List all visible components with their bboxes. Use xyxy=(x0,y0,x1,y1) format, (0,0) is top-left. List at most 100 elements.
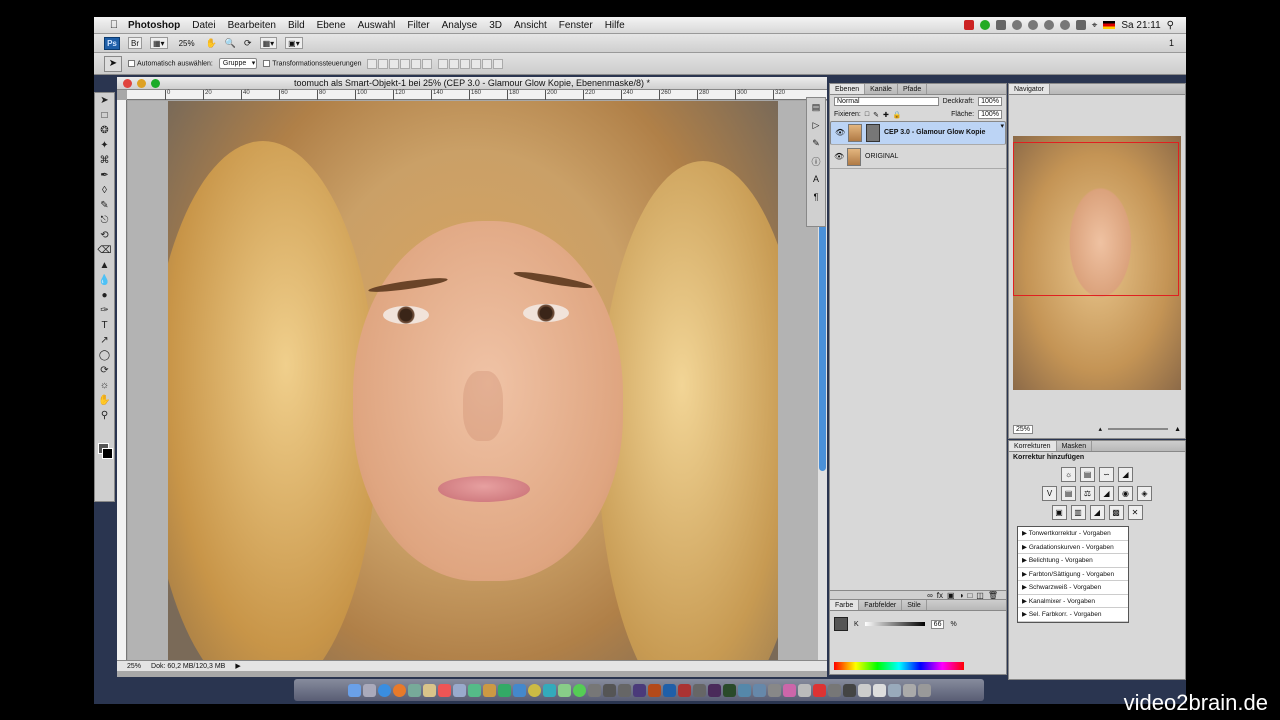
type-tool-icon[interactable]: T xyxy=(95,318,114,333)
tray-sync-icon[interactable] xyxy=(979,20,990,30)
layer-row[interactable]: 👁 CEP 3.0 - Glamour Glow Kopie xyxy=(830,121,1006,145)
dodge-tool-icon[interactable]: ● xyxy=(95,288,114,303)
document-title-bar[interactable]: toomuch als Smart-Objekt-1 bei 25% (CEP … xyxy=(117,77,827,90)
firefox-icon[interactable] xyxy=(392,683,406,697)
dreamweaver-icon[interactable] xyxy=(722,683,736,697)
app-icon[interactable] xyxy=(557,683,571,697)
k-value-field[interactable]: 66 xyxy=(930,619,945,629)
lock-pixels-icon[interactable]: ✎ xyxy=(873,111,879,119)
fill-field[interactable]: 100% xyxy=(978,110,1002,119)
auto-select-checkbox[interactable]: Automatisch auswählen: xyxy=(128,59,213,67)
preview-icon[interactable] xyxy=(452,683,466,697)
channel-mixer-icon[interactable]: ◈ xyxy=(1137,486,1152,501)
character-panel-icon[interactable]: A xyxy=(807,170,825,188)
navigator-zoom-field[interactable]: 25% xyxy=(1013,424,1034,434)
opacity-field[interactable]: 100% xyxy=(978,97,1002,106)
brushes-panel-icon[interactable]: ✎ xyxy=(807,134,825,152)
invert-icon[interactable]: ▣ xyxy=(1051,505,1067,520)
menu-ansicht[interactable]: Ansicht xyxy=(508,20,553,31)
distribute-vcenter-button[interactable] xyxy=(449,58,460,69)
preset-item[interactable]: ▶ Gradationskurven - Vorgaben xyxy=(1018,541,1128,554)
menu-bearbeiten[interactable]: Bearbeiten xyxy=(222,20,282,31)
trash-icon[interactable] xyxy=(917,683,931,697)
info-panel-icon[interactable]: ⓘ xyxy=(807,152,825,170)
zoom-in-icon[interactable]: ▲ xyxy=(1174,426,1181,433)
tray-refresh-icon[interactable] xyxy=(1043,20,1054,30)
history-panel-icon[interactable]: ▤ xyxy=(807,98,825,116)
app-icon[interactable] xyxy=(767,683,781,697)
eyedropper-tool-icon[interactable]: ✒ xyxy=(95,168,114,183)
dashboard-icon[interactable] xyxy=(362,683,376,697)
launch-bridge-button[interactable]: Br xyxy=(128,37,142,49)
hand-tool-icon[interactable]: ✋ xyxy=(206,38,217,49)
tab-stile[interactable]: Stile xyxy=(902,600,927,610)
portrait-image[interactable] xyxy=(168,101,778,660)
screen-mode-button[interactable]: ▣▾ xyxy=(285,37,303,49)
blend-mode-select[interactable]: Normal xyxy=(834,97,939,106)
visibility-eye-icon[interactable]: 👁 xyxy=(834,152,844,161)
app-icon[interactable] xyxy=(857,683,871,697)
tab-ebenen[interactable]: Ebenen xyxy=(830,84,866,94)
wifi-icon[interactable]: ⌖ xyxy=(1092,20,1098,31)
menu-analyse[interactable]: Analyse xyxy=(436,20,484,31)
layer-row[interactable]: 👁 ORIGINAL xyxy=(830,145,1006,169)
menu-3d[interactable]: 3D xyxy=(483,20,508,31)
app-icon[interactable] xyxy=(812,683,826,697)
view-extras-button[interactable]: ▦▾ xyxy=(150,37,168,49)
lock-all-icon[interactable]: 🔒 xyxy=(893,111,902,119)
menu-auswahl[interactable]: Auswahl xyxy=(352,20,402,31)
zoom-level-select[interactable]: 25% xyxy=(176,39,198,48)
tab-pfade[interactable]: Pfade xyxy=(898,84,928,94)
menu-ebene[interactable]: Ebene xyxy=(311,20,352,31)
blur-tool-icon[interactable]: 💧 xyxy=(95,273,114,288)
gradient-map-icon[interactable]: ▩ xyxy=(1108,505,1124,520)
eraser-tool-icon[interactable]: ⌫ xyxy=(95,243,114,258)
tray-pause-icon[interactable] xyxy=(1027,20,1038,30)
actions-panel-icon[interactable]: ▷ xyxy=(807,116,825,134)
app-icon[interactable] xyxy=(797,683,811,697)
horizontal-ruler[interactable]: 0 20 40 60 80 100 120 140 160 180 200 22… xyxy=(127,90,827,100)
shape-tool-icon[interactable]: ◯ xyxy=(95,348,114,363)
crop-tool-icon[interactable]: ⌘ xyxy=(95,153,114,168)
vertical-ruler[interactable] xyxy=(117,100,127,660)
preset-item[interactable]: ▶ Schwarzweiß - Vorgaben xyxy=(1018,581,1128,595)
spotlight-search-icon[interactable]: ⚲ xyxy=(1167,20,1174,31)
color-balance-icon[interactable]: ⚖ xyxy=(1080,486,1095,501)
color-preview-swatch[interactable] xyxy=(834,617,848,631)
tray-timemachine-icon[interactable] xyxy=(1059,20,1070,30)
clock[interactable]: Sa 21:11 xyxy=(1121,20,1160,31)
preset-item[interactable]: ▶ Belichtung - Vorgaben xyxy=(1018,554,1128,568)
paragraph-panel-icon[interactable]: ¶ xyxy=(807,188,825,206)
selective-color-icon[interactable]: ✕ xyxy=(1127,505,1143,520)
visibility-eye-icon[interactable]: 👁 xyxy=(835,128,845,138)
align-bottom-button[interactable] xyxy=(389,58,400,69)
curves-icon[interactable]: ∽ xyxy=(1099,467,1114,482)
distribute-hcenter-button[interactable] xyxy=(482,58,493,69)
auto-select-dropdown[interactable]: Gruppe xyxy=(218,58,258,69)
history-brush-tool-icon[interactable]: ⟲ xyxy=(95,228,114,243)
3d-camera-tool-icon[interactable]: ☼ xyxy=(95,378,114,393)
zoom-tool-icon[interactable]: ⚲ xyxy=(95,408,114,423)
minimize-window-button[interactable] xyxy=(137,79,146,88)
lock-transparency-icon[interactable]: □ xyxy=(865,111,869,118)
premiere-icon[interactable] xyxy=(632,683,646,697)
k-slider[interactable] xyxy=(864,622,925,626)
zoom-window-button[interactable] xyxy=(151,79,160,88)
photo-filter-icon[interactable]: ◉ xyxy=(1118,486,1133,501)
photoshop-dock-icon[interactable] xyxy=(662,683,676,697)
app-icon[interactable] xyxy=(872,683,886,697)
brush-tool-icon[interactable]: ✎ xyxy=(95,198,114,213)
tab-masken[interactable]: Masken xyxy=(1057,441,1093,451)
zoom-tool-icon[interactable]: 🔍 xyxy=(225,38,236,49)
align-vcenter-button[interactable] xyxy=(378,58,389,69)
status-zoom[interactable]: 25% xyxy=(127,663,141,670)
app-icon[interactable] xyxy=(827,683,841,697)
german-flag-icon[interactable] xyxy=(1103,21,1116,29)
3d-rotate-tool-icon[interactable]: ⟳ xyxy=(95,363,114,378)
tray-info-icon[interactable] xyxy=(1011,20,1022,30)
app-icon[interactable] xyxy=(512,683,526,697)
scrollbar-thumb[interactable] xyxy=(819,211,826,471)
app-icon[interactable] xyxy=(617,683,631,697)
lock-position-icon[interactable]: ✚ xyxy=(883,111,889,119)
distribute-top-button[interactable] xyxy=(438,58,449,69)
